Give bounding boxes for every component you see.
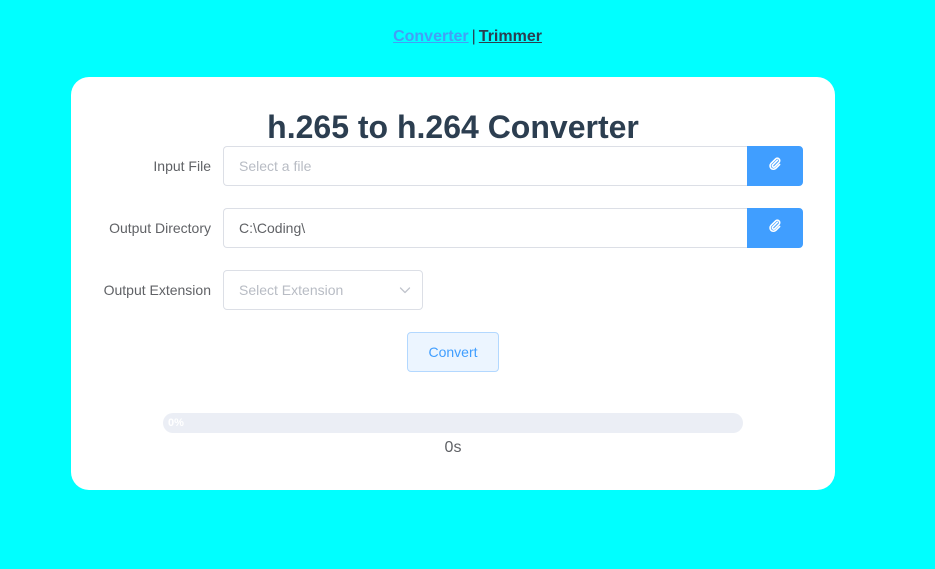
input-file-browse-button[interactable]	[747, 146, 803, 186]
nav-link-trimmer[interactable]: Trimmer	[479, 28, 542, 45]
output-directory-group	[223, 208, 803, 248]
progress-percent-text: 0%	[168, 417, 184, 429]
output-extension-label: Output Extension	[103, 282, 211, 298]
output-extension-select[interactable]: Select Extension	[223, 270, 423, 310]
output-directory-field[interactable]	[223, 208, 747, 248]
output-extension-placeholder: Select Extension	[239, 282, 344, 298]
nav-separator: |	[471, 28, 476, 45]
converter-card: h.265 to h.264 Converter Input File Outp…	[71, 77, 835, 490]
paperclip-icon	[768, 156, 782, 176]
chevron-down-icon	[398, 283, 412, 302]
paperclip-icon	[768, 218, 782, 238]
input-file-field[interactable]	[223, 146, 747, 186]
elapsed-time: 0s	[444, 439, 462, 456]
top-nav: Converter | Trimmer	[0, 27, 935, 47]
output-directory-label: Output Directory	[109, 220, 211, 236]
convert-button[interactable]: Convert	[407, 332, 499, 372]
page-title: h.265 to h.264 Converter	[267, 109, 639, 145]
progress-bar: 0%	[163, 413, 743, 433]
input-file-group	[223, 146, 803, 186]
nav-link-converter[interactable]: Converter	[393, 28, 469, 45]
output-directory-browse-button[interactable]	[747, 208, 803, 248]
input-file-label: Input File	[153, 158, 211, 174]
